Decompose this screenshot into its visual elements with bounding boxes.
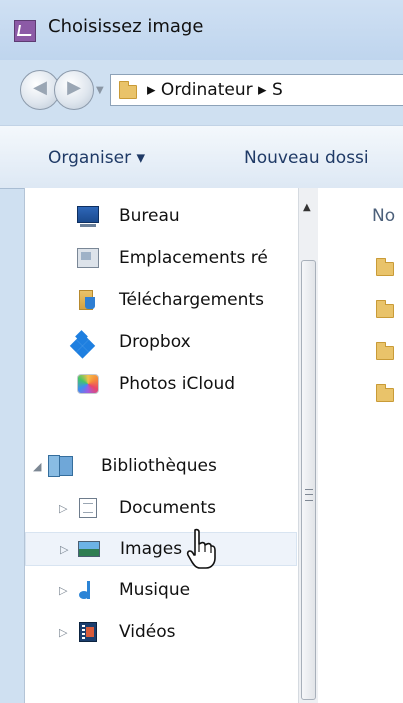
- expanded-arrow-icon[interactable]: ◢: [33, 460, 41, 473]
- nav-item-emplacements[interactable]: Emplacements ré: [25, 242, 299, 276]
- nav-item-documents[interactable]: ▷ Documents: [25, 492, 299, 526]
- folder-item[interactable]: [376, 384, 396, 402]
- collapsed-arrow-icon[interactable]: ▷: [59, 626, 67, 639]
- nav-item-label: Photos iCloud: [119, 374, 236, 394]
- folder-item[interactable]: [376, 258, 396, 276]
- navigation-bar: ◀ ▶ ▼ ▸ Ordinateur ▸ S: [0, 60, 403, 120]
- pictures-icon: [78, 541, 100, 557]
- scroll-up-arrow-icon[interactable]: ▲: [303, 202, 311, 213]
- nav-item-label: Téléchargements: [119, 290, 264, 310]
- collapsed-arrow-icon[interactable]: ▷: [60, 543, 68, 556]
- folder-icon: [376, 384, 394, 402]
- nav-item-label: Dropbox: [119, 332, 191, 352]
- folder-icon: [376, 342, 394, 360]
- nav-item-label: Vidéos: [119, 622, 176, 642]
- nav-item-bibliotheques[interactable]: ◢ Bibliothèques: [25, 450, 299, 484]
- navigation-scrollbar[interactable]: ▲: [298, 188, 320, 703]
- icloud-photos-icon: [77, 374, 99, 394]
- hand-cursor-icon: [186, 528, 216, 569]
- folder-icon: [376, 258, 394, 276]
- downloads-folder-icon: [79, 290, 95, 310]
- nav-item-label: Musique: [119, 580, 191, 600]
- command-toolbar: Organiser ▾ Nouveau dossi: [0, 125, 403, 189]
- collapsed-arrow-icon[interactable]: ▷: [59, 584, 67, 597]
- folder-item[interactable]: [376, 300, 396, 318]
- forward-button[interactable]: ▶: [54, 70, 94, 110]
- dropbox-icon: [77, 332, 99, 352]
- organise-button[interactable]: Organiser ▾: [48, 148, 145, 168]
- nav-item-photos-icloud[interactable]: Photos iCloud: [25, 368, 299, 402]
- documents-icon: [79, 498, 97, 518]
- folder-item[interactable]: [376, 342, 396, 360]
- nav-item-label: Bibliothèques: [101, 456, 217, 476]
- desktop-icon: [77, 206, 99, 227]
- navigation-pane: Bureau Emplacements ré Téléchargements D…: [24, 188, 311, 703]
- folder-icon: [119, 81, 137, 99]
- nav-item-musique[interactable]: ▷ Musique: [25, 574, 299, 608]
- address-path[interactable]: ▸ Ordinateur ▸ S: [147, 80, 283, 100]
- libraries-icon: [48, 455, 73, 477]
- nav-item-dropbox[interactable]: Dropbox: [25, 326, 299, 360]
- app-icon: [14, 20, 36, 42]
- music-icon: [77, 580, 99, 600]
- collapsed-arrow-icon[interactable]: ▷: [59, 502, 67, 515]
- network-places-icon: [77, 248, 99, 268]
- title-bar: Choisissez image: [0, 0, 403, 60]
- nav-item-videos[interactable]: ▷ Vidéos: [25, 616, 299, 650]
- nav-item-telechargements[interactable]: Téléchargements: [25, 284, 299, 318]
- videos-icon: [79, 622, 97, 642]
- nav-item-label: Bureau: [119, 206, 180, 226]
- scrollbar-thumb[interactable]: [301, 260, 316, 700]
- window-title: Choisissez image: [48, 16, 204, 37]
- nav-item-label: Documents: [119, 498, 216, 518]
- column-header-name[interactable]: No: [372, 206, 395, 226]
- address-bar[interactable]: ▸ Ordinateur ▸ S: [110, 74, 403, 106]
- recent-locations-dropdown[interactable]: ▼: [96, 85, 104, 96]
- nav-item-bureau[interactable]: Bureau: [25, 200, 299, 234]
- folder-icon: [376, 300, 394, 318]
- grip-icon: [305, 489, 313, 501]
- file-list-pane: No: [318, 188, 403, 703]
- new-folder-button[interactable]: Nouveau dossi: [244, 148, 369, 168]
- file-picker-window: Choisissez image ◀ ▶ ▼ ▸ Ordinateur ▸ S …: [0, 0, 403, 703]
- forward-arrow-icon: ▶: [67, 77, 81, 98]
- nav-item-label: Emplacements ré: [119, 248, 268, 268]
- nav-item-label: Images: [120, 539, 183, 559]
- nav-item-images[interactable]: ▷ Images: [25, 532, 297, 566]
